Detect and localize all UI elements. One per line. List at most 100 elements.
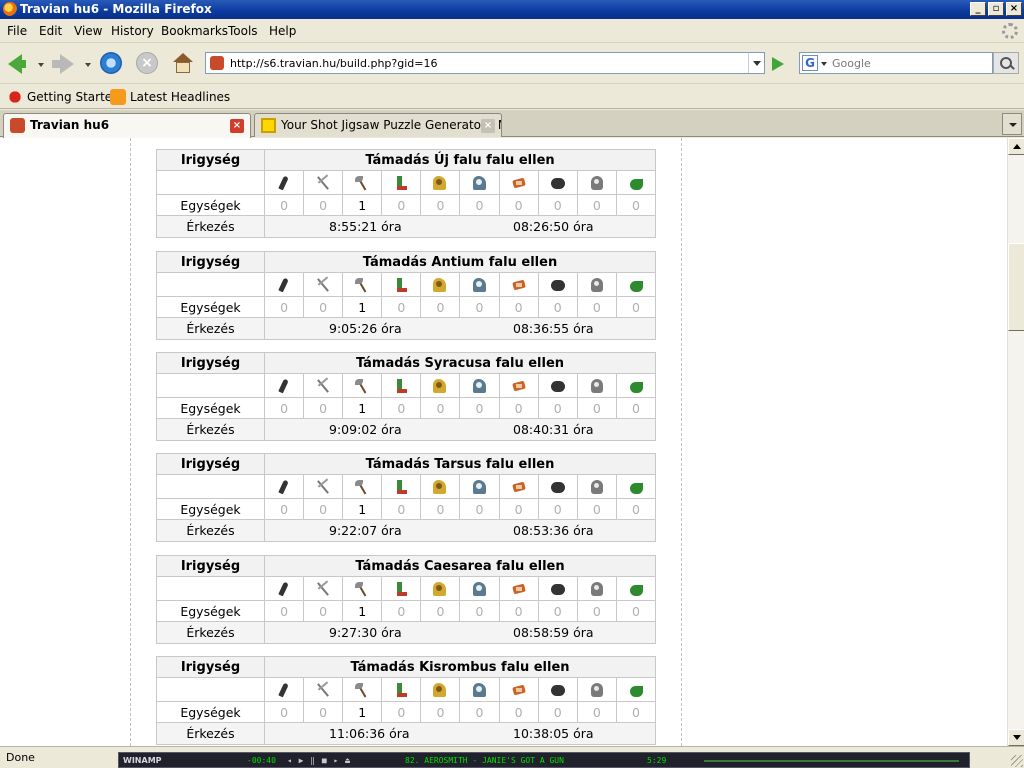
unit-count: 0 — [263, 296, 305, 318]
winamp-track-title: 82. AEROSMITH - JANIE'S GOT A GUN — [405, 756, 564, 765]
unit-count: 0 — [459, 498, 500, 520]
scroll-thumb[interactable] — [1008, 243, 1024, 331]
ram-icon — [511, 682, 527, 698]
back-history-dropdown-icon[interactable] — [38, 63, 44, 67]
attack-title[interactable]: Támadás Tarsus falu ellen — [264, 453, 656, 475]
ram-icon — [511, 479, 527, 495]
winamp-player[interactable]: WINAMP -00:40 ◂ ▶ ‖ ■ ▸ ⏏ 82. AEROSMITH … — [118, 752, 970, 768]
vertical-scrollbar[interactable] — [1007, 138, 1024, 746]
scroll-down-button[interactable] — [1008, 729, 1024, 746]
search-box[interactable]: G Google — [799, 52, 993, 74]
minimize-button[interactable]: _ — [970, 2, 986, 16]
attack-title[interactable]: Támadás Caesarea falu ellen — [264, 555, 656, 577]
menu-history[interactable]: History — [111, 24, 154, 38]
tab-label: Travian hu6 — [30, 118, 110, 132]
attack-title[interactable]: Támadás Kisrombus falu ellen — [264, 656, 656, 678]
back-button[interactable] — [4, 52, 30, 76]
tab-jigsaw-puzzle[interactable]: Your Shot Jigsaw Puzzle Generator - N...… — [254, 113, 502, 137]
owner-label: Irigység — [156, 149, 265, 171]
close-tab-icon[interactable]: × — [230, 119, 244, 133]
empty-cell — [156, 474, 265, 499]
menu-view[interactable]: View — [74, 24, 102, 38]
activity-throbber-icon — [1002, 23, 1018, 39]
catapult-icon — [550, 682, 566, 698]
go-button[interactable] — [768, 55, 788, 73]
unit-icon-cell — [420, 170, 461, 195]
url-bar[interactable]: http://s6.travian.hu/build.php?gid=16 — [205, 52, 765, 74]
attack-title[interactable]: Támadás Antium falu ellen — [264, 251, 656, 273]
search-input[interactable]: Google — [832, 57, 871, 70]
empty-cell — [156, 170, 265, 195]
unit-icon-cell — [576, 677, 617, 702]
arrival-time: 08:40:31 óra — [513, 422, 594, 437]
search-engine-icon[interactable]: G — [802, 55, 818, 71]
close-tab-icon[interactable]: × — [481, 119, 495, 133]
attack-title[interactable]: Támadás Új falu falu ellen — [264, 149, 656, 171]
close-window-button[interactable]: × — [1006, 2, 1022, 16]
unit-icon-cell — [263, 576, 305, 601]
unit-icon-cell — [537, 474, 578, 499]
menu-help[interactable]: Help — [269, 24, 296, 38]
attack-title[interactable]: Támadás Syracusa falu ellen — [264, 352, 656, 374]
axe-icon — [354, 682, 370, 698]
unit-count: 0 — [381, 194, 422, 216]
bookmark-latest-headlines[interactable]: Latest Headlines — [110, 89, 230, 105]
scroll-up-button[interactable] — [1008, 138, 1024, 155]
unit-count: 0 — [459, 194, 500, 216]
home-button[interactable] — [171, 52, 197, 76]
unit-count: 0 — [576, 296, 617, 318]
unit-count: 1 — [342, 397, 383, 419]
unit-icon-cell — [263, 474, 305, 499]
unit-count: 0 — [537, 600, 578, 622]
url-text[interactable]: http://s6.travian.hu/build.php?gid=16 — [230, 57, 437, 70]
unit-count: 0 — [459, 397, 500, 419]
unit-count: 0 — [576, 194, 617, 216]
url-history-dropdown-icon[interactable] — [748, 53, 764, 73]
forward-history-dropdown-icon[interactable] — [85, 63, 91, 67]
unit-count: 0 — [303, 498, 344, 520]
unit-count: 0 — [498, 498, 539, 520]
bookmark-getting-started[interactable]: Getting Started — [7, 89, 120, 105]
arrival-label: Érkezés — [156, 621, 265, 644]
winamp-time: -00:40 — [247, 756, 276, 765]
reload-button[interactable] — [99, 52, 125, 76]
unit-icon-cell — [537, 170, 578, 195]
unit-icon-cell — [498, 272, 539, 297]
menu-edit[interactable]: Edit — [39, 24, 62, 38]
search-engine-dropdown-icon[interactable] — [821, 62, 827, 66]
restore-button[interactable]: ▫ — [988, 2, 1004, 16]
unit-icon-cell — [303, 373, 344, 398]
winamp-logo: WINAMP — [123, 756, 162, 765]
forward-button[interactable] — [50, 52, 76, 76]
unit-count: 1 — [342, 296, 383, 318]
unit-icon-cell — [459, 170, 500, 195]
unit-icon-cell — [303, 576, 344, 601]
menu-tools[interactable]: Tools — [228, 24, 258, 38]
search-magnifier-icon[interactable] — [993, 52, 1019, 74]
window-title-bar: Travian hu6 - Mozilla Firefox _ ▫ × — [0, 0, 1024, 19]
unit-count: 0 — [615, 600, 657, 622]
winamp-controls[interactable]: ◂ ▶ ‖ ■ ▸ ⏏ — [287, 756, 351, 765]
paladin-icon — [432, 277, 448, 293]
catapult-icon — [550, 378, 566, 394]
paladin-icon — [432, 378, 448, 394]
ram-icon — [511, 581, 527, 597]
unit-count: 0 — [381, 701, 422, 723]
unit-icon-cell — [303, 272, 344, 297]
tab-travian[interactable]: Travian hu6 × — [3, 113, 251, 138]
resize-grip-icon[interactable] — [1011, 755, 1023, 767]
winamp-seek-bar[interactable] — [704, 760, 959, 762]
units-label: Egységek — [156, 397, 265, 419]
menu-file[interactable]: File — [7, 24, 27, 38]
unit-icon-cell — [498, 373, 539, 398]
menu-bookmarks[interactable]: Bookmarks — [161, 24, 228, 38]
spear-icon — [315, 378, 331, 394]
stop-button[interactable]: × — [135, 52, 161, 76]
unit-icon-cell — [576, 474, 617, 499]
arrival-cell: 9:05:26 óra 08:36:55 óra — [264, 317, 656, 340]
unit-icon-cell — [342, 576, 383, 601]
unit-icon-cell — [459, 373, 500, 398]
bookmark-label: Getting Started — [27, 90, 120, 104]
list-all-tabs-button[interactable] — [1002, 113, 1022, 135]
unit-icon-cell — [381, 576, 422, 601]
